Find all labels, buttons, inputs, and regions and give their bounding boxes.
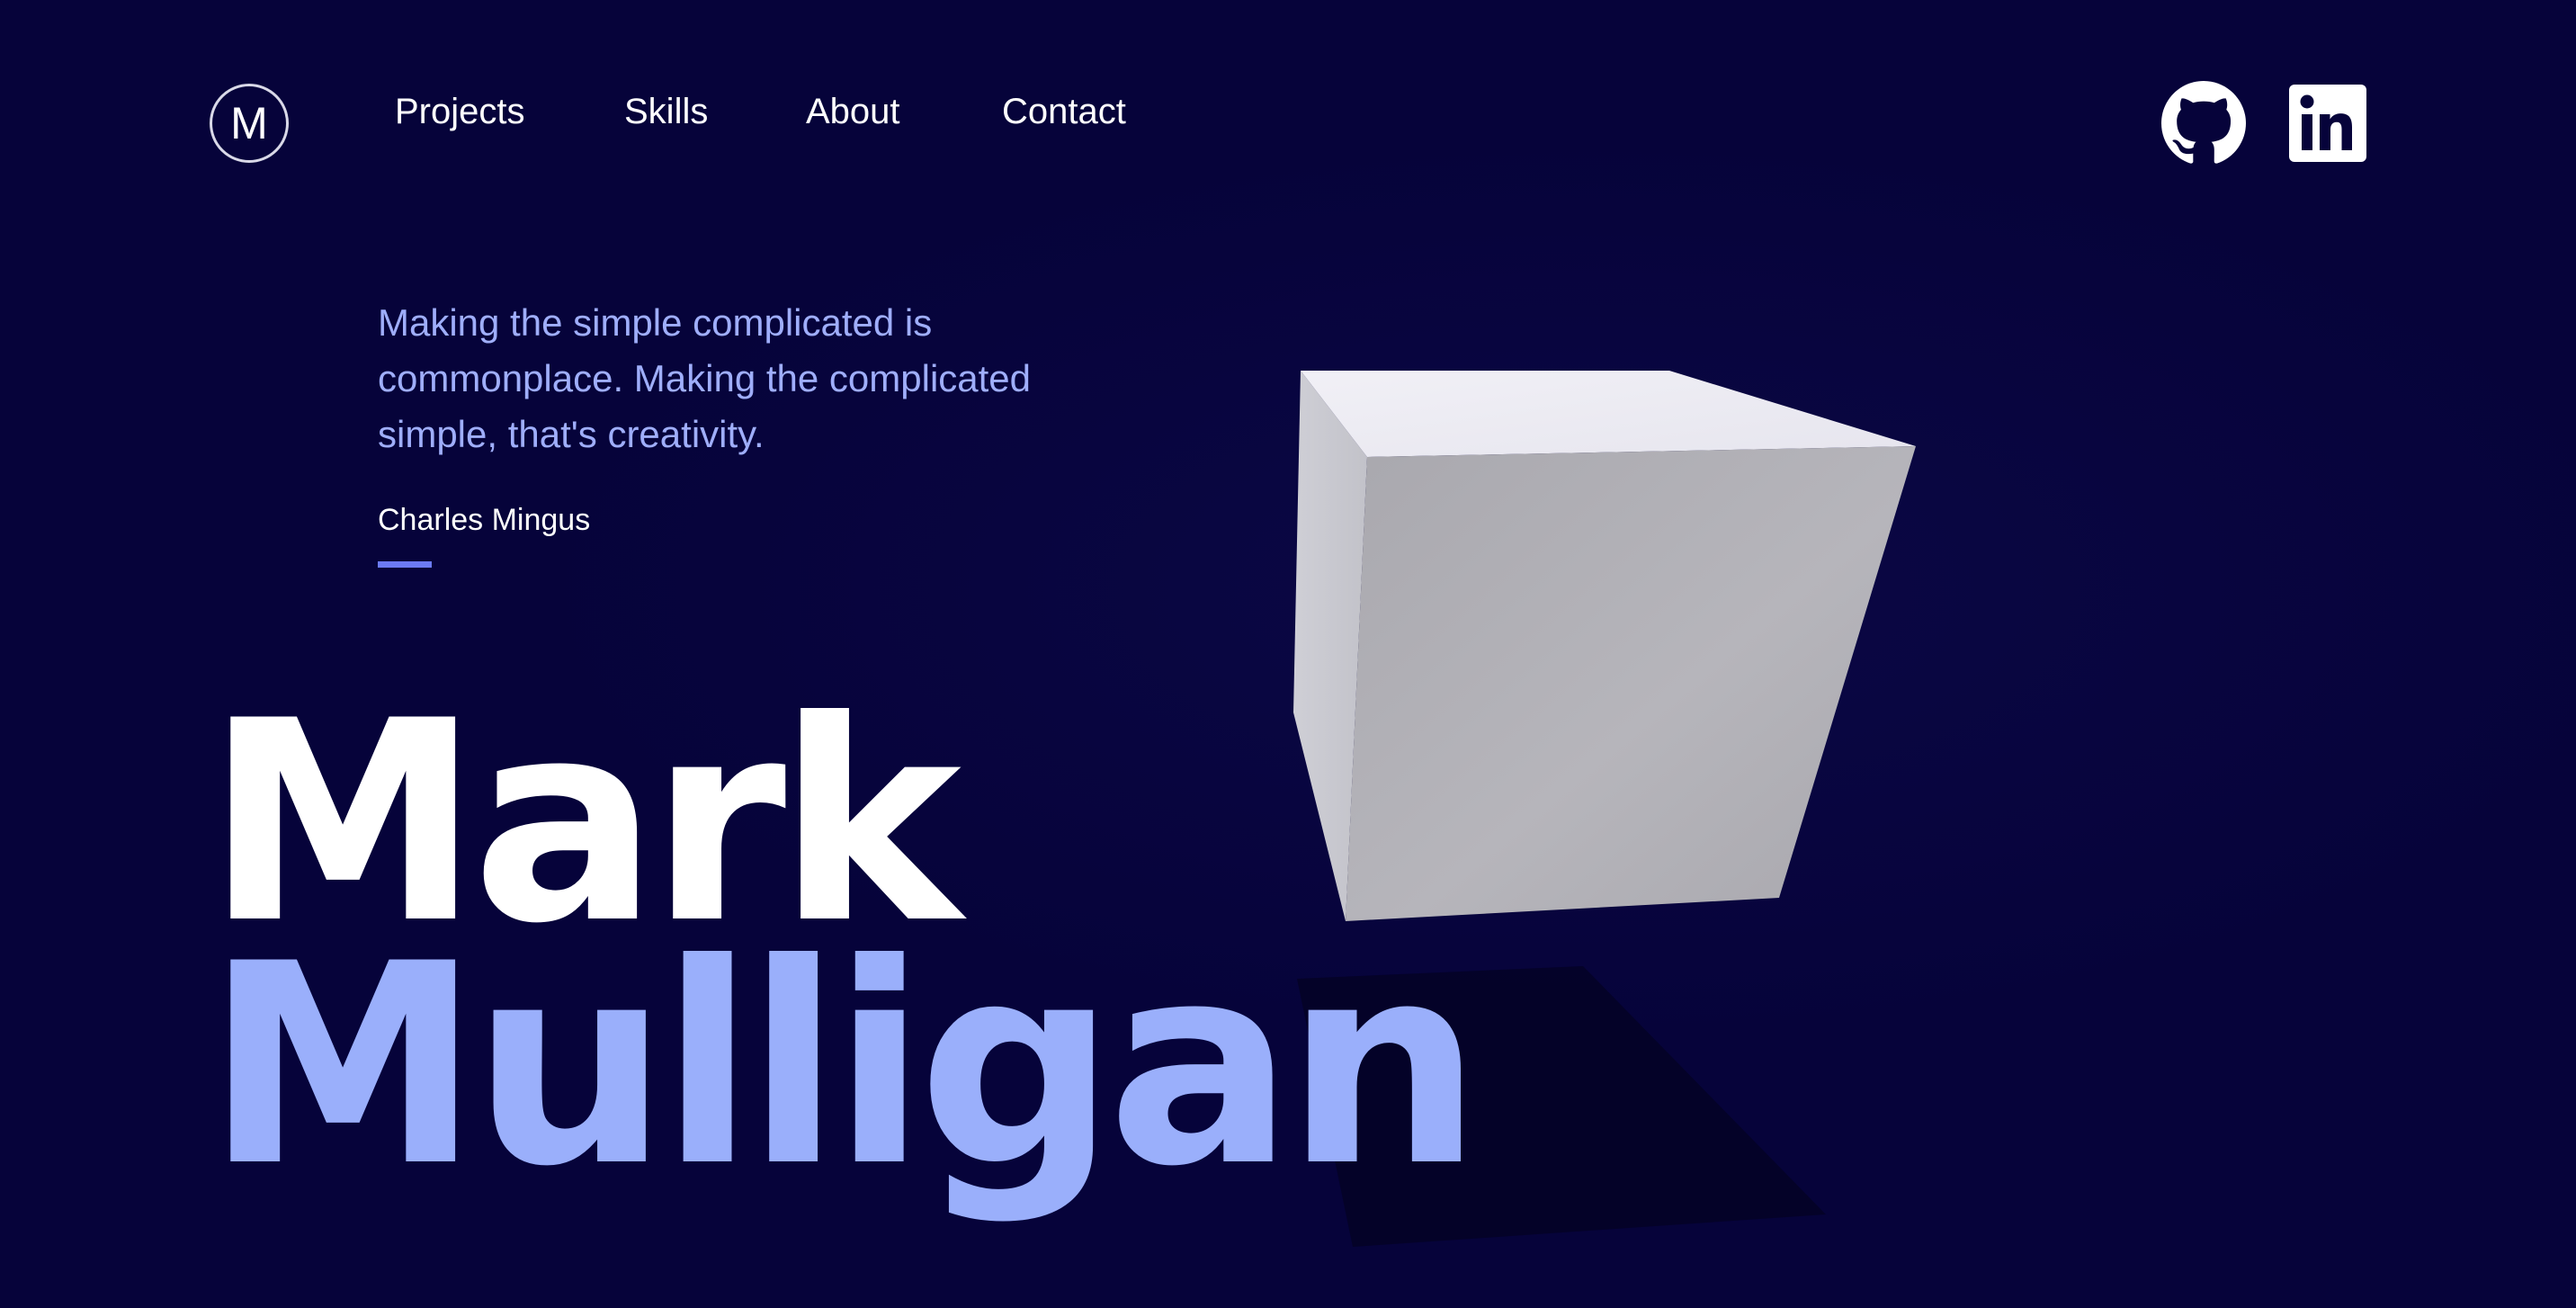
cube-top-face bbox=[1301, 371, 1916, 457]
github-icon[interactable] bbox=[2161, 81, 2246, 166]
linkedin-icon[interactable] bbox=[2289, 85, 2366, 162]
hero-quote: Making the simple complicated is commonp… bbox=[378, 301, 1032, 455]
logo-monogram[interactable]: M bbox=[210, 84, 289, 163]
nav-link-about[interactable]: About bbox=[806, 86, 900, 137]
author-accent-rule bbox=[378, 561, 432, 568]
nav-link-skills[interactable]: Skills bbox=[624, 86, 708, 137]
hero-name: Mark Mulligan bbox=[205, 685, 1482, 1227]
quote-author: Charles Mingus bbox=[378, 503, 591, 537]
hero-last-name: Mulligan bbox=[205, 904, 1482, 1227]
nav-link-projects[interactable]: Projects bbox=[395, 86, 525, 137]
nav-link-contact[interactable]: Contact bbox=[1002, 86, 1126, 137]
